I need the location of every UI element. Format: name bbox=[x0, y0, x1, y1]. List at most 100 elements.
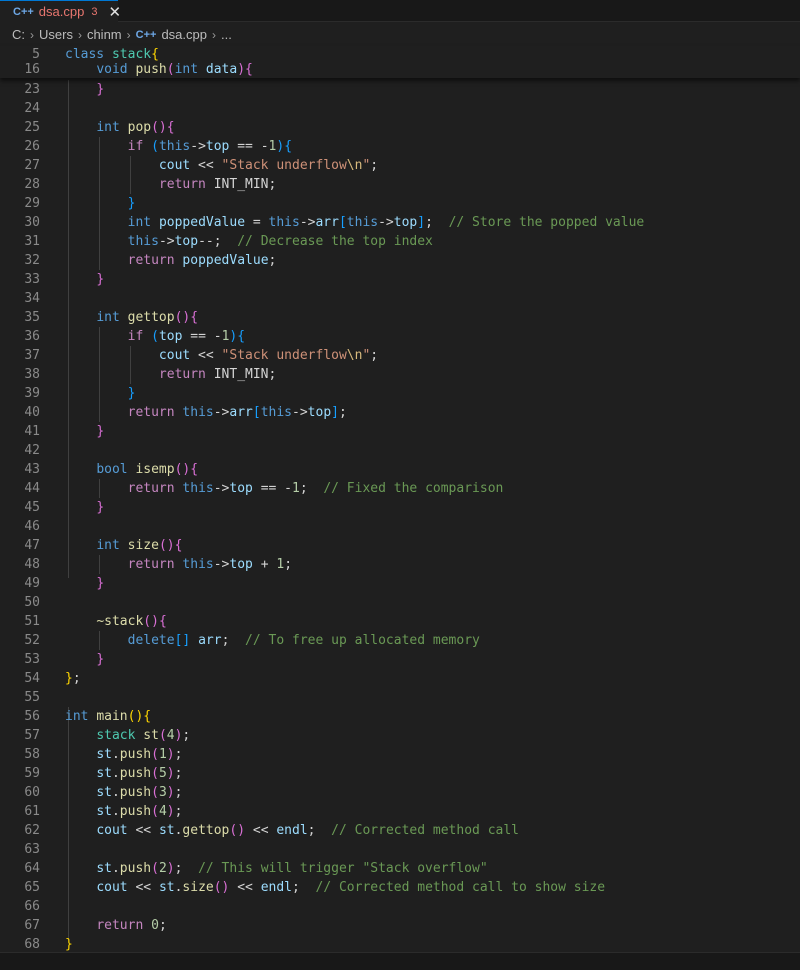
line-number: 46 bbox=[24, 519, 40, 534]
code-line[interactable]: 34 bbox=[0, 289, 800, 308]
code-token: st bbox=[96, 747, 112, 762]
code-line[interactable]: 52 delete[] arr; // To free up allocated… bbox=[0, 631, 800, 650]
code-line[interactable]: 35 int gettop(){ bbox=[0, 308, 800, 327]
code-line[interactable]: 48 return this->top + 1; bbox=[0, 555, 800, 574]
code-token: 1 bbox=[276, 557, 285, 572]
code-line[interactable]: 26 if (this->top == -1){ bbox=[0, 137, 800, 156]
code-line[interactable]: 32 return poppedValue; bbox=[0, 251, 800, 270]
code-token: push bbox=[119, 766, 152, 781]
code-token: st bbox=[96, 766, 112, 781]
code-line[interactable]: 36 if (top == -1){ bbox=[0, 327, 800, 346]
code-line[interactable]: 61 st.push(4); bbox=[0, 802, 800, 821]
sticky-scroll-header[interactable]: 5 class stack{16 void push(int data){ bbox=[0, 46, 800, 78]
code-line[interactable]: 37 cout << "Stack underflow\n"; bbox=[0, 346, 800, 365]
code-line[interactable]: 38 return INT_MIN; bbox=[0, 365, 800, 384]
code-token: () bbox=[213, 880, 230, 895]
breadcrumb-symbol[interactable]: ... bbox=[221, 27, 232, 42]
code-token: stack bbox=[96, 728, 136, 743]
code-text: st.push(4); bbox=[65, 802, 182, 821]
code-line[interactable]: 30 int poppedValue = this->arr[this->top… bbox=[0, 213, 800, 232]
code-line[interactable]: 46 bbox=[0, 517, 800, 536]
code-line[interactable]: 5 class stack{ bbox=[0, 47, 800, 63]
code-token: arr bbox=[229, 405, 253, 420]
code-token: ( bbox=[151, 804, 159, 819]
chevron-right-icon: › bbox=[77, 27, 82, 42]
close-icon[interactable]: ✕ bbox=[108, 3, 121, 21]
code-token: ; bbox=[174, 861, 199, 876]
code-token: top bbox=[174, 234, 199, 249]
line-number: 52 bbox=[24, 633, 40, 648]
code-text: } bbox=[65, 498, 104, 517]
code-line[interactable]: 39 } bbox=[0, 384, 800, 403]
breadcrumb-file[interactable]: dsa.cpp bbox=[161, 27, 207, 42]
code-line[interactable]: 40 return this->arr[this->top]; bbox=[0, 403, 800, 422]
code-line[interactable]: 53 } bbox=[0, 650, 800, 669]
code-line[interactable]: 16 void push(int data){ bbox=[0, 62, 800, 78]
code-text: int main(){ bbox=[65, 707, 151, 726]
code-line[interactable]: 44 return this->top == -1; // Fixed the … bbox=[0, 479, 800, 498]
code-line[interactable]: 63 bbox=[0, 840, 800, 859]
code-line[interactable]: 47 int size(){ bbox=[0, 536, 800, 555]
code-text: } bbox=[65, 80, 104, 99]
code-line[interactable]: 68} bbox=[0, 935, 800, 952]
code-token: } bbox=[65, 937, 73, 952]
code-token: pop bbox=[127, 120, 152, 135]
code-line[interactable]: 24 bbox=[0, 99, 800, 118]
code-line[interactable]: 41 } bbox=[0, 422, 800, 441]
code-line[interactable]: 25 int pop(){ bbox=[0, 118, 800, 137]
code-line[interactable]: 54}; bbox=[0, 669, 800, 688]
code-token: << bbox=[127, 823, 159, 838]
code-line[interactable]: 65 cout << st.size() << endl; // Correct… bbox=[0, 878, 800, 897]
code-token: ; bbox=[338, 405, 347, 420]
code-token: } bbox=[96, 424, 105, 439]
code-line[interactable]: 64 st.push(2); // This will trigger "Sta… bbox=[0, 859, 800, 878]
code-line[interactable]: 43 bool isemp(){ bbox=[0, 460, 800, 479]
code-text: }; bbox=[65, 669, 81, 688]
code-line[interactable]: 59 st.push(5); bbox=[0, 764, 800, 783]
code-line[interactable]: 60 st.push(3); bbox=[0, 783, 800, 802]
code-token: int bbox=[127, 215, 152, 230]
code-token: 4 bbox=[158, 804, 167, 819]
code-text: ~stack(){ bbox=[65, 612, 166, 631]
code-editor[interactable]: 23 } 24 25 int pop(){26 if (this->top == -… bbox=[0, 80, 800, 952]
code-line[interactable]: 55 bbox=[0, 688, 800, 707]
breadcrumb-user-folder[interactable]: chinm bbox=[87, 27, 122, 42]
code-token: [] bbox=[174, 633, 191, 648]
code-token: isemp bbox=[135, 462, 175, 477]
code-line[interactable]: 33 } bbox=[0, 270, 800, 289]
code-text: void push(int data){ bbox=[65, 62, 253, 78]
code-line[interactable]: 51 ~stack(){ bbox=[0, 612, 800, 631]
code-token: 1 bbox=[292, 481, 300, 496]
code-token: ; bbox=[174, 804, 183, 819]
line-number: 61 bbox=[24, 804, 40, 819]
code-line[interactable]: 56 int main(){ bbox=[0, 707, 800, 726]
code-token: == - bbox=[182, 329, 222, 344]
code-line[interactable]: 50 bbox=[0, 593, 800, 612]
code-line[interactable]: 45 } bbox=[0, 498, 800, 517]
code-line[interactable]: 23 } bbox=[0, 80, 800, 99]
line-number: 44 bbox=[24, 481, 40, 496]
code-line[interactable]: 31 this->top--; // Decrease the top inde… bbox=[0, 232, 800, 251]
code-token: // Corrected method call to show size bbox=[315, 880, 606, 895]
code-line[interactable]: 66 bbox=[0, 897, 800, 916]
code-token: return bbox=[127, 405, 175, 420]
code-line[interactable]: 42 bbox=[0, 441, 800, 460]
code-line[interactable]: 62 cout << st.gettop() << endl; // Corre… bbox=[0, 821, 800, 840]
breadcrumb-drive[interactable]: C: bbox=[12, 27, 25, 42]
breadcrumb-users[interactable]: Users bbox=[39, 27, 73, 42]
editor-tab-dsa-cpp[interactable]: C++ dsa.cpp 3 ✕ bbox=[0, 0, 121, 22]
code-line[interactable]: 29 } bbox=[0, 194, 800, 213]
line-number: 45 bbox=[24, 500, 40, 515]
code-line[interactable]: 58 st.push(1); bbox=[0, 745, 800, 764]
code-line[interactable]: 27 cout << "Stack underflow\n"; bbox=[0, 156, 800, 175]
code-line[interactable]: 49 } bbox=[0, 574, 800, 593]
line-number: 42 bbox=[24, 443, 40, 458]
code-line[interactable]: 28 return INT_MIN; bbox=[0, 175, 800, 194]
code-line[interactable]: 57 stack st(4); bbox=[0, 726, 800, 745]
code-line[interactable]: 67 return 0; bbox=[0, 916, 800, 935]
